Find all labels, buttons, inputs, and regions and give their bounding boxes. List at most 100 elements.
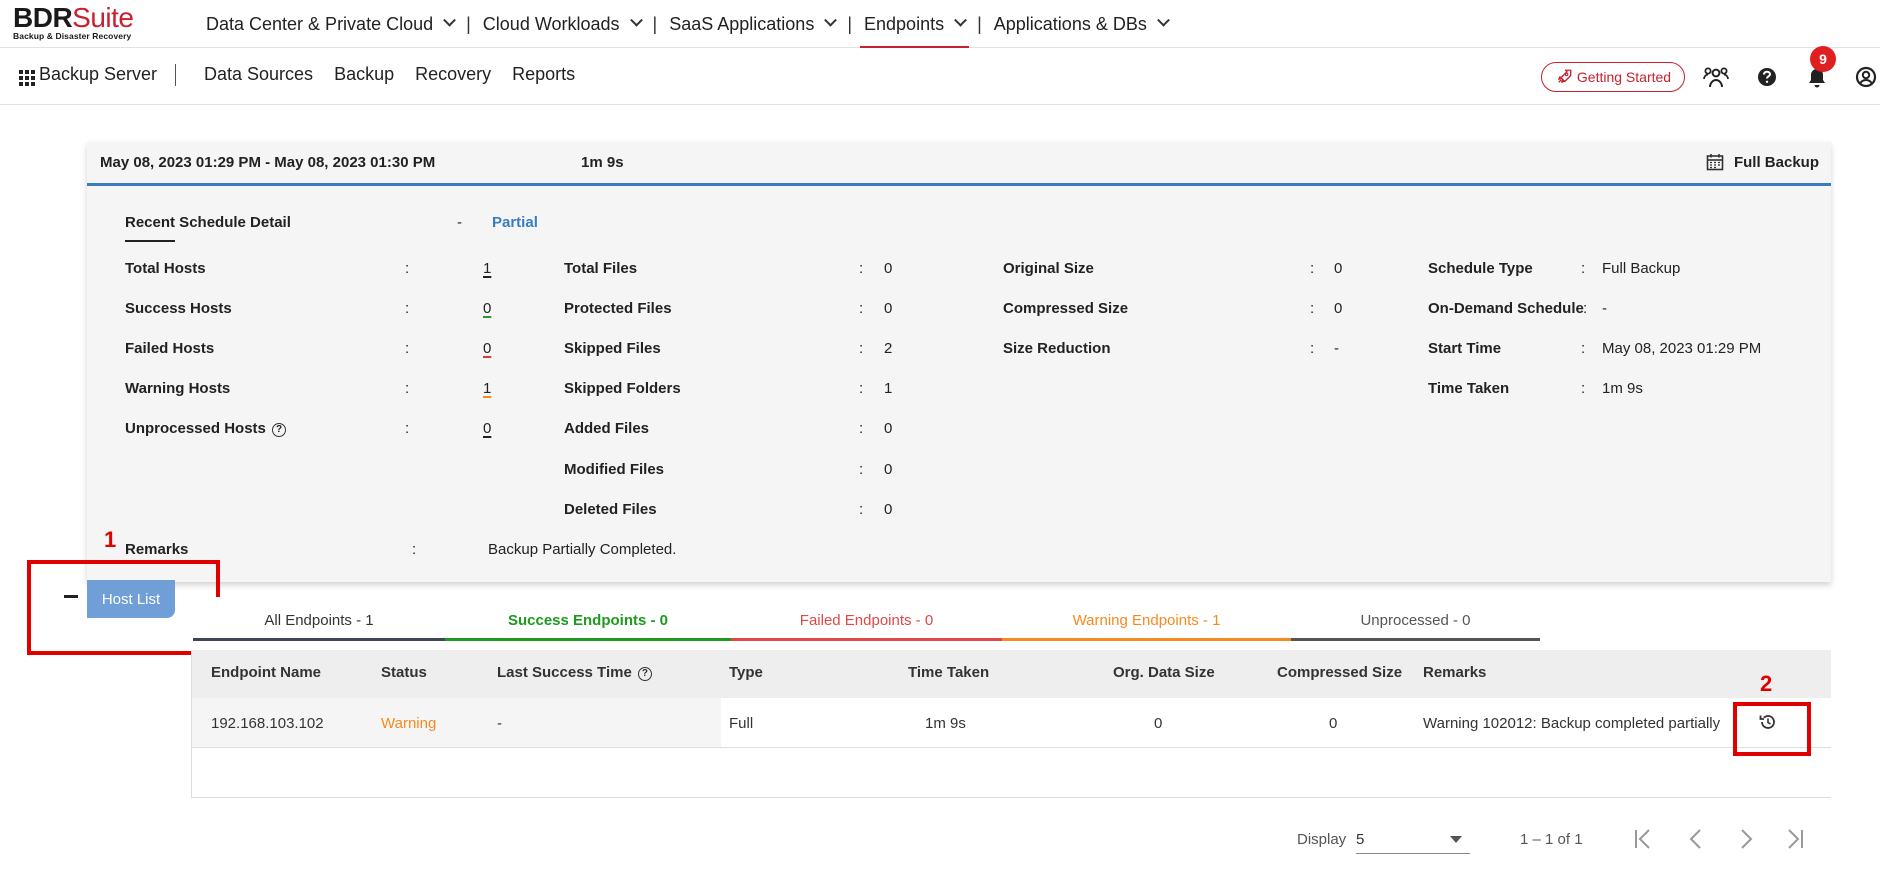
page-size-value: 5 — [1356, 831, 1365, 848]
first-page-icon[interactable] — [1632, 826, 1656, 857]
rocket-icon — [1557, 69, 1572, 83]
field-label: Success Hosts — [125, 300, 232, 317]
field-label: Skipped Folders — [564, 380, 681, 397]
recent-schedule-detail-title: Recent Schedule Detail — [125, 214, 291, 242]
success-hosts-link[interactable]: 0 — [483, 300, 491, 317]
field-label: Skipped Files — [564, 340, 661, 357]
nav-data-sources[interactable]: Data Sources — [204, 64, 313, 85]
colon: : — [1310, 300, 1315, 317]
total-hosts-link[interactable]: 1 — [483, 260, 491, 277]
colon: : — [859, 340, 864, 357]
field-value: 0 — [884, 300, 893, 317]
col-header-status[interactable]: Status — [381, 664, 427, 681]
cell-last-success-time: - — [497, 715, 502, 732]
field-value: 0 — [1334, 300, 1343, 317]
field-value: 1 — [884, 380, 893, 397]
colon: : — [1310, 260, 1315, 277]
annotation-box-2 — [1733, 702, 1811, 756]
nav-endpoints[interactable]: Endpoints — [852, 0, 977, 48]
next-page-icon[interactable] — [1734, 826, 1758, 857]
failed-hosts-link[interactable]: 0 — [483, 340, 491, 357]
nav-recovery[interactable]: Recovery — [415, 64, 491, 85]
col-header-endpoint-name[interactable]: Endpoint Name — [211, 664, 321, 681]
colon: : — [859, 420, 864, 437]
tab-unprocessed[interactable]: Unprocessed - 0 — [1291, 599, 1540, 641]
nav-saas-applications[interactable]: SaaS Applications — [657, 0, 847, 48]
user-icon[interactable] — [1855, 66, 1877, 93]
getting-started-label: Getting Started — [1576, 69, 1672, 85]
nav-data-center[interactable]: Data Center & Private Cloud — [194, 0, 466, 48]
job-summary-header[interactable]: May 08, 2023 01:29 PM - May 08, 2023 01:… — [87, 142, 1831, 186]
help-icon[interactable] — [1756, 66, 1778, 93]
page-size-select[interactable]: 5 — [1356, 826, 1470, 854]
tab-warning-endpoints[interactable]: Warning Endpoints - 1 — [1002, 599, 1291, 641]
backup-server-label[interactable]: Backup Server — [39, 64, 157, 85]
chevron-down-icon — [443, 13, 456, 27]
col-header-type[interactable]: Type — [729, 664, 763, 681]
colon: : — [859, 461, 864, 478]
colon: : — [1581, 380, 1586, 397]
table-empty-row — [191, 748, 1831, 798]
bdrsuite-logo[interactable]: BDRSuite Backup & Disaster Recovery — [13, 3, 134, 42]
tab-success-endpoints[interactable]: Success Endpoints - 0 — [445, 599, 731, 641]
colon: : — [405, 380, 410, 397]
warning-hosts-link[interactable]: 1 — [483, 380, 491, 397]
field-label: Total Files — [564, 260, 638, 277]
question-circle-icon[interactable]: ? — [637, 667, 652, 681]
col-header-compressed-size[interactable]: Compressed Size — [1277, 664, 1402, 681]
nav-applications-dbs[interactable]: Applications & DBs — [982, 0, 1180, 48]
previous-page-icon[interactable] — [1684, 826, 1708, 857]
nav-reports[interactable]: Reports — [512, 64, 575, 85]
field-label: Original Size — [1003, 260, 1094, 277]
colon: : — [1583, 300, 1588, 317]
field-label: Schedule Type — [1428, 260, 1533, 277]
colon: : — [412, 541, 417, 558]
unprocessed-hosts-link[interactable]: 0 — [483, 420, 491, 437]
tab-label: All Endpoints - 1 — [264, 611, 374, 629]
question-circle-icon[interactable]: ? — [272, 423, 287, 437]
field-label: Total Hosts — [125, 260, 206, 277]
tab-indicator — [445, 638, 731, 641]
nav-cloud-workloads[interactable]: Cloud Workloads — [471, 0, 653, 48]
field-value: - — [1602, 300, 1607, 317]
tab-indicator — [1002, 638, 1291, 641]
colon: : — [1581, 340, 1586, 357]
colon: : — [405, 340, 410, 357]
field-value: 0 — [884, 260, 893, 277]
getting-started-button[interactable]: Getting Started — [1541, 62, 1685, 92]
field-label: Time Taken — [1428, 380, 1510, 397]
cell-compressed-size: 0 — [1329, 715, 1338, 732]
field-label: Remarks — [125, 541, 189, 558]
col-header-time-taken[interactable]: Time Taken — [908, 664, 989, 681]
field-value: - — [1334, 340, 1339, 357]
unprocessed-hosts-label: Unprocessed Hosts — [125, 420, 266, 437]
chevron-down-icon — [1156, 13, 1170, 27]
field-value: 2 — [884, 340, 893, 357]
tab-failed-endpoints[interactable]: Failed Endpoints - 0 — [731, 599, 1002, 641]
top-navigation-bar: BDRSuite Backup & Disaster Recovery Data… — [0, 0, 1880, 48]
field-label: Protected Files — [564, 300, 672, 317]
colon: : — [859, 380, 864, 397]
module-nav: Data Sources Backup Recovery Reports — [204, 64, 596, 85]
cell-org-data-size: 0 — [1154, 715, 1163, 732]
display-label: Display — [1297, 831, 1347, 848]
nav-label: Endpoints — [864, 13, 945, 34]
tab-all-endpoints[interactable]: All Endpoints - 1 — [193, 599, 445, 641]
col-header-org-data-size[interactable]: Org. Data Size — [1113, 664, 1215, 681]
logo-tagline: Backup & Disaster Recovery — [13, 31, 132, 41]
field-value: Full Backup — [1602, 260, 1681, 277]
users-icon[interactable] — [1703, 66, 1729, 95]
colon: : — [405, 420, 410, 437]
last-page-icon[interactable] — [1782, 826, 1806, 857]
apps-grid-icon[interactable] — [19, 70, 35, 86]
col-header-remarks[interactable]: Remarks — [1423, 664, 1486, 681]
field-value: 1m 9s — [1602, 380, 1643, 397]
col-header-last-success-time[interactable]: Last Success Time ? — [497, 664, 652, 681]
tab-active-indicator — [193, 638, 445, 641]
field-label: Added Files — [564, 420, 650, 437]
nav-label: Cloud Workloads — [482, 13, 620, 34]
colon: : — [405, 260, 410, 277]
job-time-range: May 08, 2023 01:29 PM - May 08, 2023 01:… — [100, 154, 436, 171]
remarks-value: Backup Partially Completed. — [488, 541, 677, 558]
nav-backup[interactable]: Backup — [334, 64, 394, 85]
